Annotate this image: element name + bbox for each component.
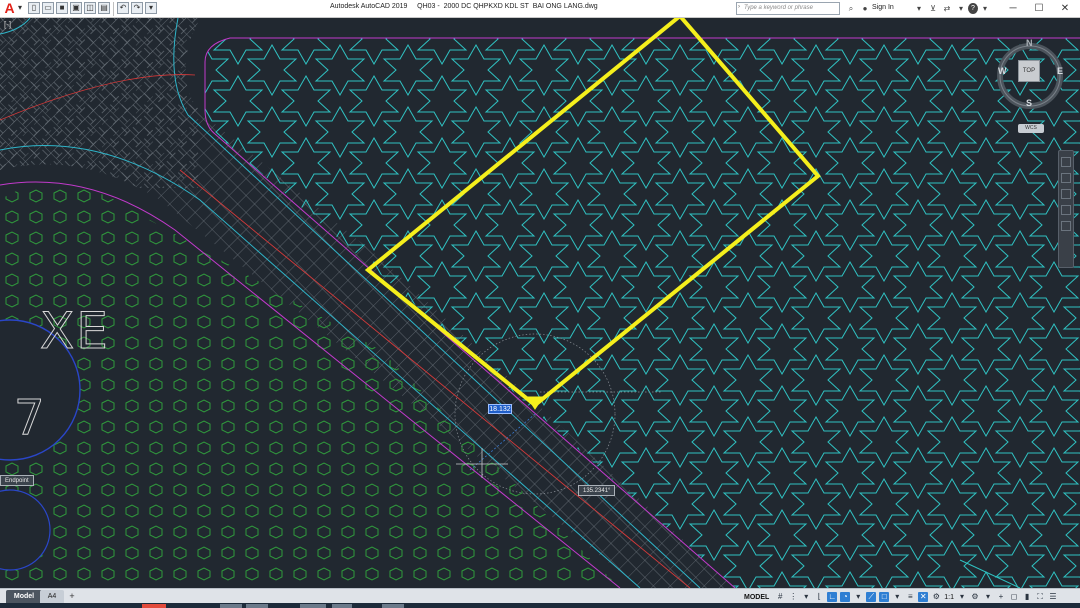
window-title: Autodesk AutoCAD 2019 QH03 - 2000 DC QHP… xyxy=(330,3,598,10)
application-menu-button[interactable]: A xyxy=(2,1,17,16)
hardware-acceleration-icon[interactable]: ▮ xyxy=(1022,592,1032,602)
compass-east[interactable]: E xyxy=(1057,66,1063,76)
chevron-down-icon[interactable]: ▾ xyxy=(801,592,811,602)
taskbar-app-chip[interactable] xyxy=(246,604,268,608)
taskbar-app-chip[interactable] xyxy=(142,604,166,608)
infer-constraints-icon[interactable]: ⌊ xyxy=(814,592,824,602)
minimize-button[interactable]: ─ xyxy=(1000,1,1026,17)
taskbar-app-chip[interactable] xyxy=(332,604,352,608)
tab-model[interactable]: Model xyxy=(6,590,42,603)
clean-screen-icon[interactable]: ⛶ xyxy=(1035,592,1045,602)
chevron-down-icon[interactable]: ▾ xyxy=(956,3,966,14)
dynamic-input-field[interactable]: 18.132 xyxy=(488,404,512,414)
viewport-controls[interactable]: [-] xyxy=(4,20,11,29)
chevron-down-icon[interactable]: ▾ xyxy=(18,3,22,12)
drawing-svg[interactable] xyxy=(0,18,1080,588)
chevron-down-icon[interactable]: ▾ xyxy=(914,3,924,14)
hatch-text: XE xyxy=(40,302,110,361)
chevron-down-icon[interactable]: ▾ xyxy=(983,592,993,602)
model-space-toggle[interactable]: MODEL xyxy=(744,594,769,601)
workspace-switch-icon[interactable]: ⚙ xyxy=(931,592,941,602)
status-bar: MODEL # ⋮ ▾ ⌊ ∟ ◔ ▾ ⟋ □ ▾ ≡ ✕ ⚙ 1:1 ▾ ⚙ … xyxy=(744,590,1058,604)
isodraft-icon[interactable]: ⟋ xyxy=(866,592,877,602)
drawing-canvas[interactable]: [-] XE 7 18.132 Endpoint 135.2341° TOP N… xyxy=(0,18,1080,588)
polar-tracking-icon[interactable]: ◔ xyxy=(840,592,851,602)
isolate-objects-icon[interactable]: ◻ xyxy=(1009,592,1019,602)
annotation-scale[interactable]: 1:1 xyxy=(944,594,954,601)
compass-north[interactable]: N xyxy=(1026,38,1033,48)
redo-icon[interactable]: ↷ xyxy=(131,2,143,14)
viewcube-top-face[interactable]: TOP xyxy=(1018,60,1040,82)
taskbar-app-chip[interactable] xyxy=(382,604,404,608)
orbit-icon[interactable] xyxy=(1061,205,1071,215)
viewcube[interactable]: TOP N W E S WCS xyxy=(994,32,1070,142)
binoculars-icon[interactable]: ⌕ xyxy=(846,3,856,14)
user-icon[interactable]: ● xyxy=(860,3,870,14)
add-scale-icon[interactable]: + xyxy=(996,592,1006,602)
undo-icon[interactable]: ↶ xyxy=(117,2,129,14)
snap-mode-icon[interactable]: ⋮ xyxy=(788,592,798,602)
osnap-tooltip: Endpoint xyxy=(0,475,34,486)
hatch-number: 7 xyxy=(14,390,46,447)
angle-tooltip: 135.2341° xyxy=(578,485,616,496)
new-file-icon[interactable]: ▯ xyxy=(28,2,40,14)
save-icon[interactable]: ■ xyxy=(56,2,68,14)
ortho-icon[interactable]: ∟ xyxy=(827,592,838,602)
chevron-down-icon[interactable]: ▾ xyxy=(957,592,967,602)
save-as-icon[interactable]: ▣ xyxy=(70,2,82,14)
cart-icon[interactable]: ⊻ xyxy=(928,3,938,14)
annotation-visibility-icon[interactable]: ✕ xyxy=(918,592,929,602)
open-folder-icon[interactable]: ▭ xyxy=(42,2,54,14)
chevron-down-icon[interactable]: ▾ xyxy=(980,3,990,14)
add-layout-button[interactable]: + xyxy=(64,590,80,603)
compass-west[interactable]: W xyxy=(998,66,1007,76)
steering-wheel-icon[interactable] xyxy=(1061,157,1071,167)
zoom-icon[interactable] xyxy=(1061,189,1071,199)
maximize-button[interactable]: ☐ xyxy=(1026,1,1052,17)
taskbar-app-chip[interactable] xyxy=(300,604,326,608)
settings-gear-icon[interactable]: ⚙ xyxy=(970,592,980,602)
help-button[interactable]: ? xyxy=(968,3,978,14)
toolbar-separator xyxy=(113,2,114,16)
showmotion-icon[interactable] xyxy=(1061,221,1071,231)
quick-access-toolbar: ▯ ▭ ■ ▣ ◫ ▤ ↶ ↷ ▾ xyxy=(28,2,157,16)
chevron-down-icon[interactable]: ▾ xyxy=(892,592,902,602)
wcs-menu[interactable]: WCS xyxy=(1018,124,1044,133)
taskbar-app-chip[interactable] xyxy=(220,604,242,608)
sign-in-button[interactable]: Sign In xyxy=(872,4,894,11)
chevron-down-icon[interactable]: ▾ xyxy=(853,592,863,602)
grid-icon[interactable]: # xyxy=(775,592,785,602)
search-input[interactable]: Type a keyword or phrase xyxy=(736,2,840,15)
web-mobile-icon[interactable]: ◫ xyxy=(84,2,96,14)
customization-menu-icon[interactable]: ☰ xyxy=(1048,592,1058,602)
tab-a4[interactable]: A4 xyxy=(40,590,64,603)
object-snap-icon[interactable]: □ xyxy=(879,592,890,602)
title-bar: A ▾ ▯ ▭ ■ ▣ ◫ ▤ ↶ ↷ ▾ Autodesk AutoCAD 2… xyxy=(0,0,1080,18)
customize-toolbar-icon[interactable]: ▾ xyxy=(145,2,157,14)
search-icon: › xyxy=(738,4,740,10)
compass-south[interactable]: S xyxy=(1026,98,1032,108)
navigation-bar[interactable] xyxy=(1058,150,1074,268)
pan-icon[interactable] xyxy=(1061,173,1071,183)
plot-icon[interactable]: ▤ xyxy=(98,2,110,14)
close-button[interactable]: ✕ xyxy=(1052,1,1078,17)
exchange-icon[interactable]: ⇄ xyxy=(942,3,952,14)
lineweight-icon[interactable]: ≡ xyxy=(905,592,915,602)
